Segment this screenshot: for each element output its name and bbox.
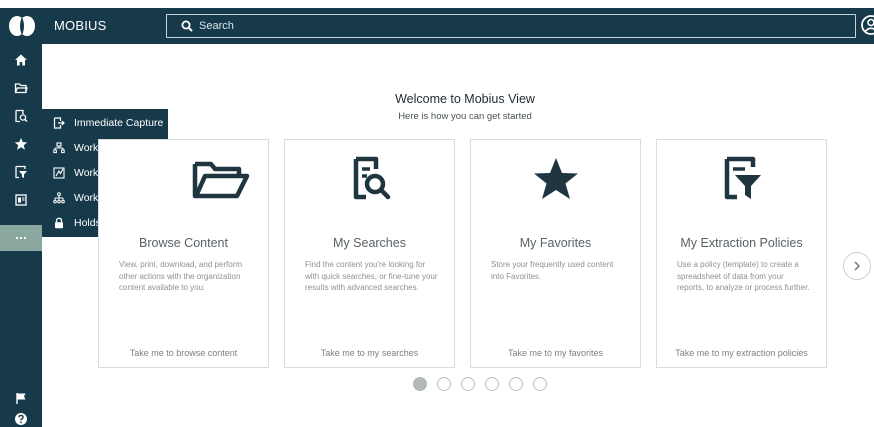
card-my-extraction-policies[interactable]: My Extraction Policies Use a policy (tem…: [656, 139, 827, 368]
pager-dot[interactable]: [509, 377, 523, 391]
pager-dot[interactable]: [533, 377, 547, 391]
sidebar: [0, 44, 42, 427]
menu-item-immediate-capture[interactable]: Immediate Capture: [42, 111, 168, 136]
help-icon: [15, 413, 27, 425]
pager-dot[interactable]: [485, 377, 499, 391]
card-icon-wrap: [471, 154, 640, 204]
top-bar: MOBIUS: [0, 8, 874, 44]
chevron-right-icon: [854, 261, 860, 271]
sidebar-item-more[interactable]: [0, 225, 42, 251]
card-my-favorites[interactable]: My Favorites Store your frequently used …: [470, 139, 641, 368]
sidebar-item-reports[interactable]: [0, 188, 42, 212]
sidebar-item-help[interactable]: [0, 410, 42, 427]
sidebar-item-folder[interactable]: [0, 76, 42, 100]
card-link[interactable]: Take me to my favorites: [471, 348, 640, 358]
pager-dot[interactable]: [437, 377, 451, 391]
workflow-monitor-icon: [53, 192, 65, 204]
app-name: MOBIUS: [54, 18, 107, 33]
search-icon: [181, 20, 193, 32]
card-description: Find the content you're looking for with…: [305, 260, 438, 292]
star-icon: [533, 158, 578, 199]
card-title: My Searches: [333, 236, 406, 250]
sidebar-item-extraction[interactable]: [0, 160, 42, 184]
sidebar-item-searches[interactable]: [0, 104, 42, 128]
document-search-icon: [353, 156, 390, 200]
filter-document-icon: [724, 156, 761, 200]
document-search-icon: [15, 109, 28, 123]
workflow-inbox-icon: [53, 142, 65, 154]
card-description: Use a policy (template) to create a spre…: [677, 260, 810, 292]
workflow-designer-icon: [53, 167, 65, 179]
search-box[interactable]: [166, 14, 856, 38]
carousel-next-button[interactable]: [843, 252, 871, 280]
card-link[interactable]: Take me to my searches: [285, 348, 454, 358]
card-title: Browse Content: [139, 236, 228, 250]
card-description: View, print, download, and perform other…: [119, 260, 243, 292]
welcome-title: Welcome to Mobius View: [395, 92, 535, 106]
report-icon: [15, 194, 27, 206]
sidebar-item-flag[interactable]: [0, 386, 42, 410]
card-title: My Favorites: [519, 236, 592, 250]
card-my-searches[interactable]: My Searches Find the content you're look…: [284, 139, 455, 368]
card-link[interactable]: Take me to browse content: [99, 348, 268, 358]
pager-dot[interactable]: [413, 377, 427, 391]
more-icon: [15, 236, 27, 240]
menu-item-label: Holds: [74, 217, 101, 229]
pager-dot[interactable]: [461, 377, 475, 391]
card-title: My Extraction Policies: [680, 236, 803, 250]
card-icon-wrap: [99, 154, 268, 204]
card-link[interactable]: Take me to my extraction policies: [657, 348, 826, 358]
sidebar-item-home[interactable]: [0, 48, 42, 72]
capture-icon: [53, 117, 65, 129]
app-root: MOBIUS Search Immediate Capture Workflow…: [0, 0, 874, 427]
search-input[interactable]: [199, 15, 839, 37]
star-icon: [14, 138, 28, 150]
user-profile-icon[interactable]: [860, 14, 874, 36]
lock-icon: [55, 217, 63, 229]
menu-item-label: Immediate Capture: [74, 117, 164, 129]
card-icon-wrap: [285, 154, 454, 204]
filter-document-icon: [15, 165, 27, 179]
folder-icon: [14, 83, 28, 94]
sidebar-item-favorites[interactable]: [0, 132, 42, 156]
card-browse-content[interactable]: Browse Content View, print, download, an…: [98, 139, 269, 368]
folder-open-icon: [192, 161, 249, 199]
home-icon: [15, 54, 27, 66]
card-icon-wrap: [657, 154, 826, 204]
flag-icon: [16, 393, 26, 404]
welcome-subtitle: Here is how you can get started: [398, 111, 532, 122]
card-description: Store your frequently used content into …: [491, 260, 614, 281]
mobius-logo-icon[interactable]: [8, 14, 36, 38]
